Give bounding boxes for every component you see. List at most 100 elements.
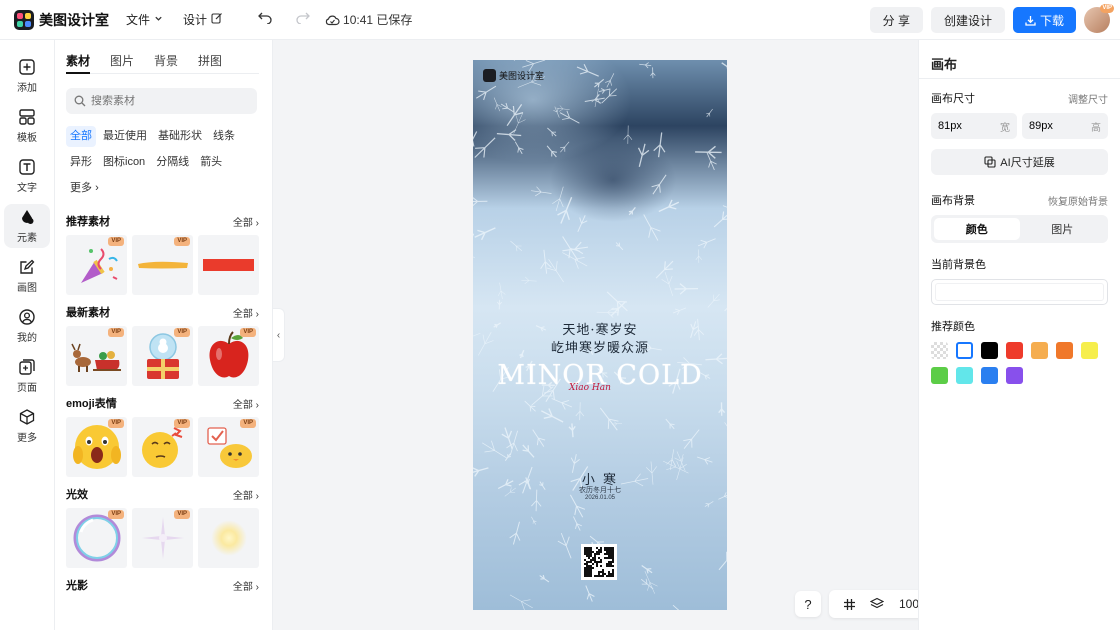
bg-type-toggle: 颜色 图片 xyxy=(931,215,1108,243)
search-icon xyxy=(74,95,86,107)
save-status: 10:41 已保存 xyxy=(325,11,412,28)
chip-recent[interactable]: 最近使用 xyxy=(99,126,151,147)
download-button[interactable]: 下载 xyxy=(1012,7,1076,33)
current-color-picker[interactable] xyxy=(931,279,1108,305)
search-box xyxy=(66,88,257,114)
nav-draw[interactable]: 画图 xyxy=(4,254,50,298)
color-swatch[interactable] xyxy=(981,342,998,359)
nav-mine-label: 我的 xyxy=(17,333,37,344)
draw-icon xyxy=(18,258,36,276)
tab-materials[interactable]: 素材 xyxy=(66,52,91,74)
create-design-button[interactable]: 创建设计 xyxy=(930,7,1005,33)
nav-text[interactable]: 文字 xyxy=(4,154,50,198)
bg-image-tab[interactable]: 图片 xyxy=(1020,218,1106,240)
nav-mine[interactable]: 我的 xyxy=(4,304,50,348)
top-menu: 文件 设计 xyxy=(126,11,243,28)
thinking-emoji-thumb[interactable]: VIP xyxy=(132,417,193,477)
red-apple-thumb[interactable]: VIP xyxy=(198,326,259,386)
scared-emoji-thumb[interactable]: VIP xyxy=(66,417,127,477)
file-menu[interactable]: 文件 xyxy=(126,11,163,28)
poster-logo-icon xyxy=(483,69,496,82)
chip-lines[interactable]: 线条 xyxy=(209,126,239,147)
vip-badge: VIP xyxy=(174,328,190,337)
see-all-link[interactable]: 全部 › xyxy=(233,487,259,502)
snow-globe-thumb[interactable]: VIP xyxy=(132,326,193,386)
see-all-link[interactable]: 全部 › xyxy=(233,214,259,229)
avatar[interactable]: VIP xyxy=(1084,4,1114,33)
poster-line2: 屹坤寒岁暖众源 xyxy=(550,341,649,356)
panel-title: 画布 xyxy=(931,57,958,72)
chick-emoji-thumb[interactable]: VIP xyxy=(198,417,259,477)
red-rectangle-thumb[interactable] xyxy=(198,235,259,295)
redo-icon[interactable] xyxy=(287,11,319,28)
star-sparkle-thumb[interactable]: VIP xyxy=(132,508,193,568)
nav-add[interactable]: 添加 xyxy=(4,54,50,98)
tab-collage[interactable]: 拼图 xyxy=(198,52,222,73)
chip-icons[interactable]: 图标icon xyxy=(99,152,149,173)
help-button[interactable]: ? xyxy=(795,591,821,617)
nav-add-label: 添加 xyxy=(17,83,37,94)
color-swatch[interactable] xyxy=(1006,367,1023,384)
see-all-link[interactable]: 全部 › xyxy=(233,305,259,320)
snow-globe-gift-icon xyxy=(146,333,179,379)
tab-images[interactable]: 图片 xyxy=(110,52,134,73)
bubble-ring-icon xyxy=(73,514,120,562)
bubble-ring-thumb[interactable]: VIP xyxy=(66,508,127,568)
reindeer-sleigh-thumb[interactable]: VIP xyxy=(66,326,127,386)
chip-dividers[interactable]: 分隔线 xyxy=(152,152,193,173)
poster-date: 2026.01.05 xyxy=(584,495,616,501)
restore-bg-link[interactable]: 恢复原始背景 xyxy=(1048,193,1108,208)
poster-canvas[interactable]: 美图设计室 天地·寒岁安 屹坤寒岁暖众源 MINOR COLD Xiao Han… xyxy=(473,60,727,610)
nav-text-label: 文字 xyxy=(17,183,37,194)
color-swatch[interactable] xyxy=(1006,342,1023,359)
height-input[interactable] xyxy=(1029,120,1079,132)
vip-badge: VIP xyxy=(240,419,256,428)
confetti-popper-thumb[interactable]: VIP xyxy=(66,235,127,295)
nav-more[interactable]: 更多 xyxy=(4,404,50,448)
layers-icon[interactable] xyxy=(863,592,891,616)
section-title: 推荐素材 xyxy=(66,216,110,228)
color-swatch[interactable] xyxy=(931,342,948,359)
vip-badge: VIP xyxy=(174,510,190,519)
chip-irregular[interactable]: 异形 xyxy=(66,152,96,173)
see-all-link[interactable]: 全部 › xyxy=(233,578,259,593)
nav-page[interactable]: 页面 xyxy=(4,354,50,398)
chip-basic-shapes[interactable]: 基础形状 xyxy=(154,126,206,147)
current-color-label: 当前背景色 xyxy=(931,259,986,271)
ai-extend-button[interactable]: AI尺寸延展 xyxy=(931,149,1108,175)
qr-code xyxy=(581,544,617,580)
design-menu[interactable]: 设计 xyxy=(183,11,223,28)
color-swatch[interactable] xyxy=(1081,342,1098,359)
width-input[interactable] xyxy=(938,120,988,132)
see-all-link[interactable]: 全部 › xyxy=(233,396,259,411)
color-swatch[interactable] xyxy=(956,342,973,359)
bg-color-tab[interactable]: 颜色 xyxy=(934,218,1020,240)
resize-link[interactable]: 调整尺寸 xyxy=(1068,91,1108,106)
section-title: 光影 xyxy=(66,580,88,592)
color-swatch[interactable] xyxy=(1056,342,1073,359)
yellow-brush-thumb[interactable]: VIP xyxy=(132,235,193,295)
brush-stroke-icon xyxy=(137,261,188,269)
app-logo[interactable]: 美图设计室 xyxy=(14,9,110,30)
nav-template[interactable]: 模板 xyxy=(4,104,50,148)
chip-all[interactable]: 全部 xyxy=(66,126,96,147)
chip-arrows[interactable]: 箭头 xyxy=(196,152,226,173)
color-swatch[interactable] xyxy=(1031,342,1048,359)
undo-icon[interactable] xyxy=(249,11,281,28)
canvas-size-label: 画布尺寸 xyxy=(931,93,975,105)
page-add-icon xyxy=(18,358,36,376)
grid-icon[interactable] xyxy=(835,592,863,616)
confetti-popper-icon xyxy=(80,248,118,283)
soft-glow-thumb[interactable] xyxy=(198,508,259,568)
nav-elements[interactable]: 元素 xyxy=(4,204,50,248)
color-swatch[interactable] xyxy=(981,367,998,384)
width-unit: 宽 xyxy=(1000,122,1010,134)
share-button[interactable]: 分 享 xyxy=(869,7,923,33)
download-label: 下载 xyxy=(1039,13,1064,28)
color-swatch[interactable] xyxy=(956,367,973,384)
tab-backgrounds[interactable]: 背景 xyxy=(154,52,178,73)
user-icon xyxy=(18,308,36,326)
search-input[interactable] xyxy=(91,95,251,107)
color-swatch[interactable] xyxy=(931,367,948,384)
chip-more[interactable]: 更多 › xyxy=(66,178,103,199)
